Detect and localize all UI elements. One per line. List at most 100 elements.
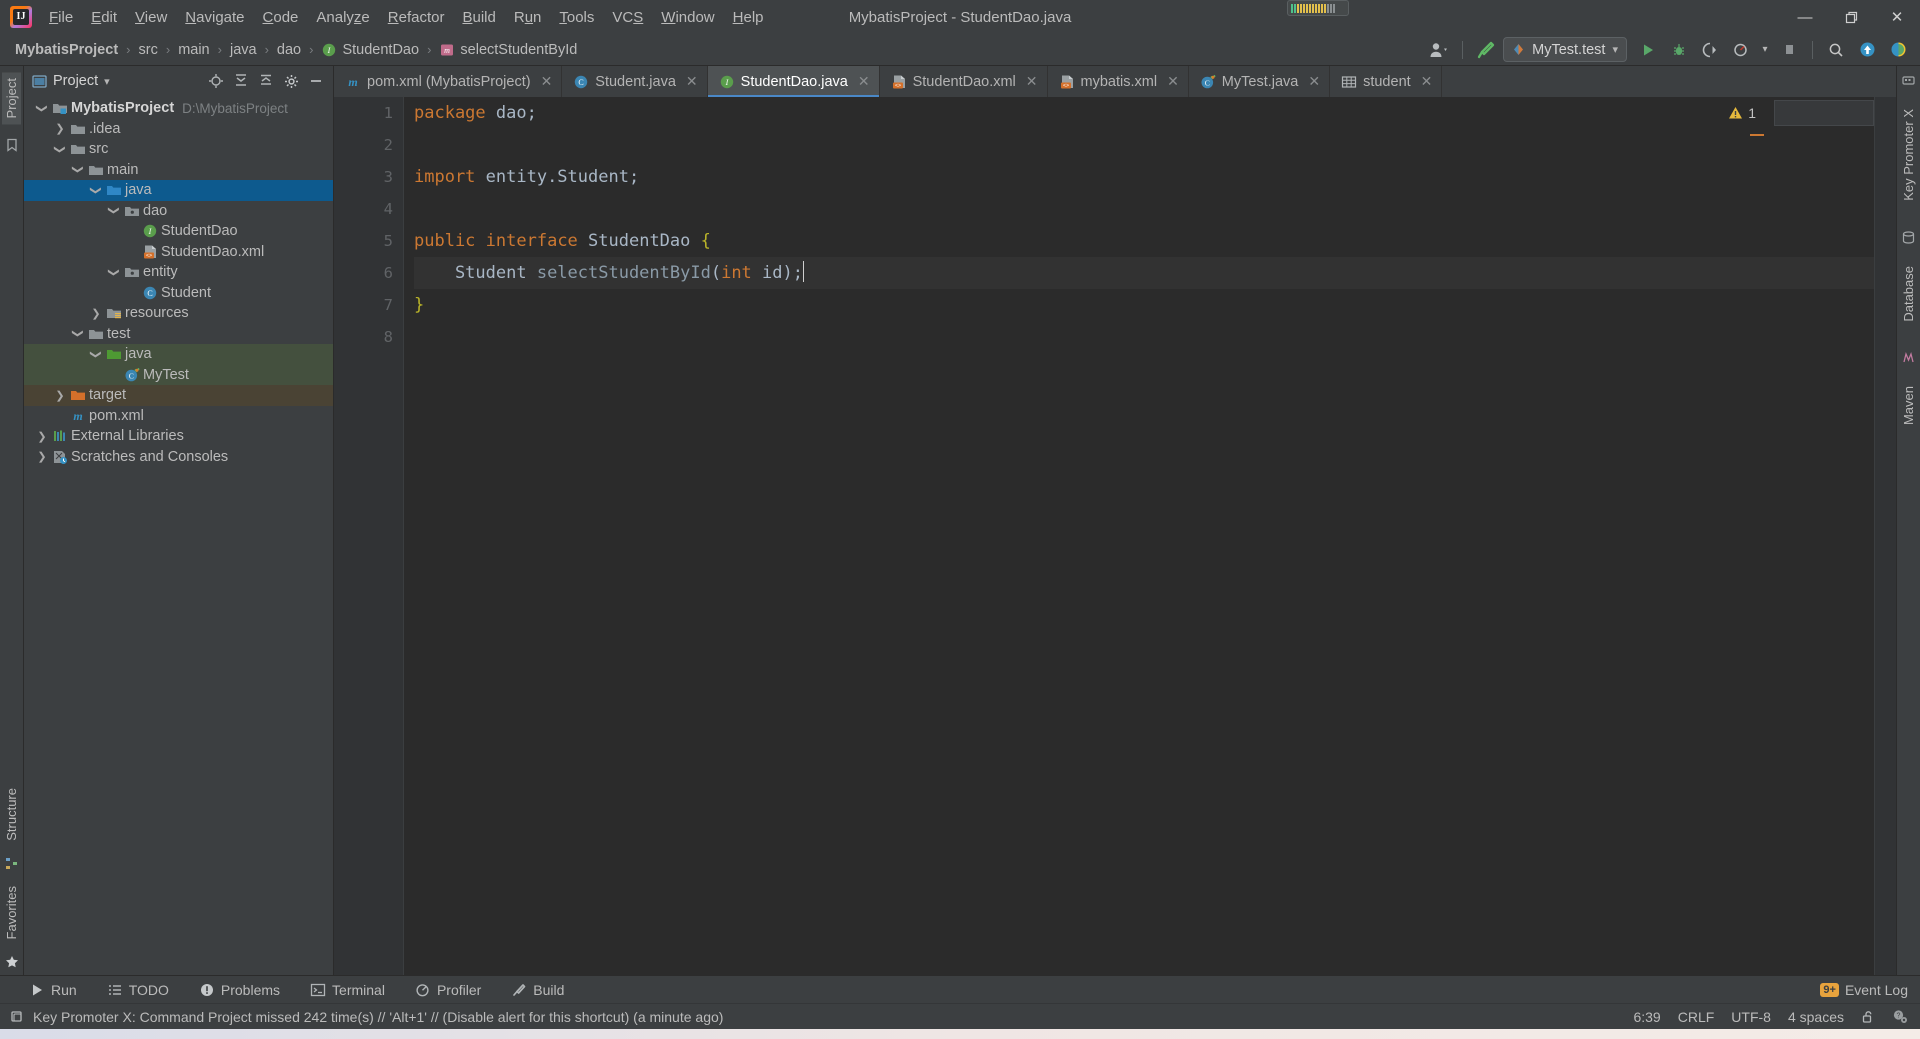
menu-item-window[interactable]: Window (652, 5, 723, 30)
tree-item-main[interactable]: ❯ main (24, 160, 333, 181)
unlocked-icon[interactable] (1861, 1010, 1875, 1024)
minimize-button[interactable]: — (1782, 2, 1828, 32)
bottom-tab-profiler[interactable]: Profiler (410, 980, 486, 1000)
bottom-tab-run[interactable]: Run (24, 980, 82, 1000)
menu-item-tools[interactable]: Tools (550, 5, 603, 30)
inspection-warning-count[interactable]: 1 (1728, 105, 1756, 121)
chevron-down-icon[interactable]: ▾ (1612, 43, 1618, 56)
menu-item-edit[interactable]: Edit (82, 5, 126, 30)
editor-tab-mybatis-xml[interactable]: <> mybatis.xml ✕ (1048, 66, 1189, 97)
ide-assistant-icon[interactable] (1884, 37, 1912, 63)
menu-item-navigate[interactable]: Navigate (176, 5, 253, 30)
run-with-coverage-icon[interactable] (1696, 37, 1724, 63)
code-line[interactable]: package dao; (414, 97, 1896, 129)
chevron-right-icon[interactable]: ❯ (52, 389, 68, 402)
restore-button[interactable] (1828, 2, 1874, 32)
sidebar-item-structure[interactable]: Structure (2, 782, 21, 847)
line-number[interactable]: 1 (334, 97, 403, 129)
editor-tab-mytest-java[interactable]: C MyTest.java ✕ (1189, 66, 1331, 97)
close-icon[interactable]: ✕ (541, 73, 553, 90)
breadcrumb-item-dao[interactable]: dao (274, 40, 304, 60)
inspection-scrollbar[interactable] (1874, 97, 1896, 975)
chevron-down-icon[interactable]: ❯ (108, 264, 121, 280)
menu-item-refactor[interactable]: Refactor (379, 5, 454, 30)
code-line[interactable]: public interface StudentDao { (414, 225, 1896, 257)
tree-item--idea[interactable]: ❯ .idea (24, 119, 333, 140)
tree-item-entity[interactable]: ❯ entity (24, 262, 333, 283)
search-everywhere-icon[interactable] (1822, 37, 1850, 63)
editor-tab-studentdao-java[interactable]: I StudentDao.java ✕ (707, 66, 880, 97)
editor-gutter[interactable]: 1 2 3 4 5 6 7 8 (334, 97, 433, 975)
line-number[interactable]: 3 (334, 161, 403, 193)
status-message[interactable]: Key Promoter X: Command Project missed 2… (33, 1009, 723, 1025)
bookmarks-icon[interactable] (5, 138, 19, 153)
editor-viewport[interactable]: 1 2 3 4 5 6 7 8 package dao; import entity.Stude… (334, 97, 1896, 975)
menu-item-build[interactable]: Build (453, 5, 504, 30)
code-line[interactable] (414, 321, 1896, 353)
breadcrumb-item-mybatisproject[interactable]: MybatisProject (12, 40, 121, 60)
tree-item-target[interactable]: ❯ target (24, 385, 333, 406)
code-content[interactable]: package dao; import entity.Student; public… (404, 97, 1896, 975)
chevron-down-icon[interactable]: ❯ (36, 100, 49, 116)
chevron-down-icon[interactable]: ❯ (90, 182, 103, 198)
editor-tab-pom-xml-mybatisproject-[interactable]: m pom.xml (MybatisProject) ✕ (334, 66, 563, 97)
run-configuration-selector[interactable]: MyTest.test ▾ (1503, 37, 1627, 62)
tree-item-student[interactable]: C Student (24, 283, 333, 304)
close-icon[interactable]: ✕ (1167, 73, 1179, 90)
chevron-right-icon[interactable]: ❯ (52, 122, 68, 135)
code-line[interactable] (414, 129, 1896, 161)
favorites-star-icon[interactable] (5, 955, 19, 969)
breadcrumb-item-java[interactable]: java (227, 40, 260, 60)
tree-item-mybatisproject[interactable]: ❯ MybatisProject D:\MybatisProject (24, 98, 333, 119)
menu-item-run[interactable]: Run (505, 5, 551, 30)
profiler-icon[interactable] (1727, 37, 1755, 63)
chevron-down-icon[interactable]: ❯ (72, 162, 85, 178)
editor-tab-student[interactable]: student ✕ (1330, 66, 1443, 97)
hide-panel-icon[interactable] (305, 70, 327, 92)
close-icon[interactable]: ✕ (1026, 73, 1038, 90)
breadcrumb-item-main[interactable]: main (175, 40, 212, 60)
close-button[interactable]: ✕ (1874, 2, 1920, 32)
event-log-label[interactable]: Event Log (1845, 982, 1908, 998)
expand-all-icon[interactable] (230, 70, 252, 92)
bottom-tab-terminal[interactable]: Terminal (305, 980, 390, 1000)
chevron-right-icon[interactable]: ❯ (88, 307, 104, 320)
close-icon[interactable]: ✕ (858, 73, 870, 90)
tree-item-java[interactable]: ❯ java (24, 180, 333, 201)
chevron-down-icon[interactable]: ❯ (54, 141, 67, 157)
menu-item-file[interactable]: File (40, 5, 82, 30)
chevron-down-icon[interactable]: ❯ (72, 326, 85, 342)
database-icon[interactable] (1902, 231, 1915, 244)
file-encoding[interactable]: UTF-8 (1731, 1009, 1771, 1025)
sidebar-item-key-promoter-x[interactable]: Key Promoter X (1899, 103, 1918, 207)
tree-item-mytest[interactable]: C MyTest (24, 364, 333, 385)
menu-item-vcs[interactable]: VCS (603, 5, 652, 30)
line-separator[interactable]: CRLF (1678, 1009, 1715, 1025)
key-promoter-meter[interactable] (1287, 0, 1349, 16)
close-icon[interactable]: ✕ (1421, 73, 1433, 90)
breadcrumb-item-studentdao[interactable]: I StudentDao (318, 40, 422, 60)
maven-icon[interactable] (1902, 351, 1915, 364)
notification-icon[interactable] (10, 1010, 24, 1024)
tree-item-studentdao-xml[interactable]: <> StudentDao.xml (24, 242, 333, 263)
indent-setting[interactable]: 4 spaces (1788, 1009, 1844, 1025)
build-hammer-icon[interactable] (1472, 37, 1500, 63)
code-line[interactable]: Student selectStudentById(int id); (414, 257, 1896, 289)
chevron-down-icon[interactable]: ❯ (90, 346, 103, 362)
breadcrumb-item-selectstudentbyid[interactable]: m selectStudentById (436, 40, 580, 60)
bottom-tab-build[interactable]: Build (506, 980, 569, 1000)
tree-item-src[interactable]: ❯ src (24, 139, 333, 160)
sidebar-item-database[interactable]: Database (1899, 260, 1918, 328)
tree-item-external-libraries[interactable]: ❯ External Libraries (24, 426, 333, 447)
code-line[interactable] (414, 193, 1896, 225)
project-tree[interactable]: ❯ MybatisProject D:\MybatisProject ❯ .idea ❯ s… (24, 96, 333, 975)
bottom-tab-problems[interactable]: Problems (194, 980, 285, 1000)
menu-item-view[interactable]: View (126, 5, 176, 30)
collapse-all-icon[interactable] (255, 70, 277, 92)
locate-icon[interactable] (205, 70, 227, 92)
chevron-down-icon[interactable]: ❯ (108, 203, 121, 219)
inspection-settings-icon[interactable]: ? (1892, 1009, 1908, 1024)
tree-item-resources[interactable]: ❯ resources (24, 303, 333, 324)
line-number[interactable]: 2 (334, 129, 403, 161)
chevron-right-icon[interactable]: ❯ (34, 430, 50, 443)
